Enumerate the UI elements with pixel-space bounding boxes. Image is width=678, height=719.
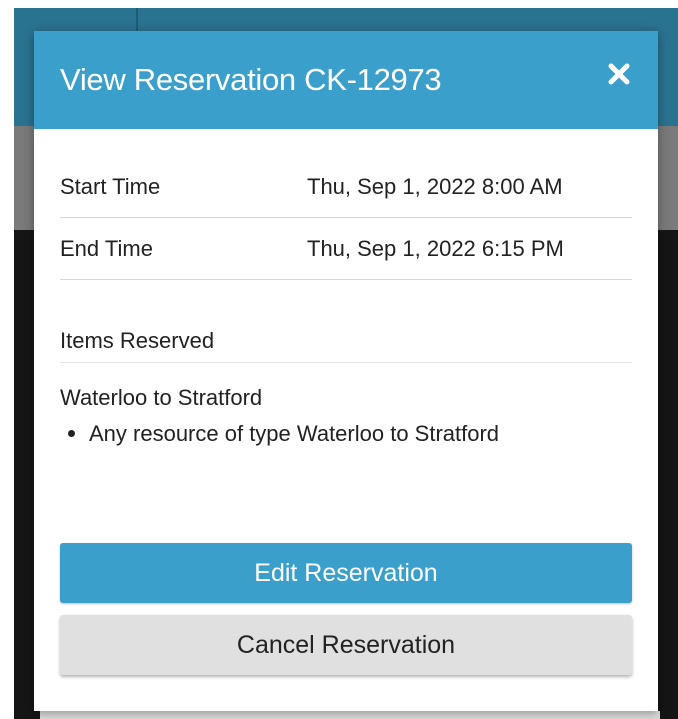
end-time-value: Thu, Sep 1, 2022 6:15 PM [307, 236, 564, 261]
start-time-value: Thu, Sep 1, 2022 8:00 AM [307, 174, 563, 199]
cancel-reservation-button[interactable]: Cancel Reservation [60, 615, 632, 675]
page-background [0, 0, 14, 719]
items-reserved-heading: Items Reserved [60, 328, 215, 353]
list-item-text: Any resource of type Waterloo to Stratfo… [89, 421, 500, 446]
end-time-label: End Time [60, 236, 153, 261]
items-reserved-section: Items Reserved [60, 321, 632, 363]
background-footer [40, 711, 660, 719]
start-time-label: Start Time [60, 174, 161, 199]
bullet-icon [68, 429, 75, 437]
modal-title: View Reservation CK-12973 [60, 62, 442, 97]
modal-header: View Reservation CK-12973 [34, 31, 658, 129]
start-time-row: Start Time Thu, Sep 1, 2022 8:00 AM [60, 158, 632, 218]
reservation-modal: View Reservation CK-12973 Start Time Thu… [34, 31, 658, 711]
end-time-row: End Time Thu, Sep 1, 2022 6:15 PM [60, 220, 632, 280]
item-group-title: Waterloo to Stratford [60, 385, 263, 410]
close-icon [608, 63, 630, 85]
close-button[interactable] [604, 59, 634, 89]
edit-reservation-button[interactable]: Edit Reservation [60, 543, 632, 603]
list-item: Any resource of type Waterloo to Stratfo… [60, 421, 499, 447]
